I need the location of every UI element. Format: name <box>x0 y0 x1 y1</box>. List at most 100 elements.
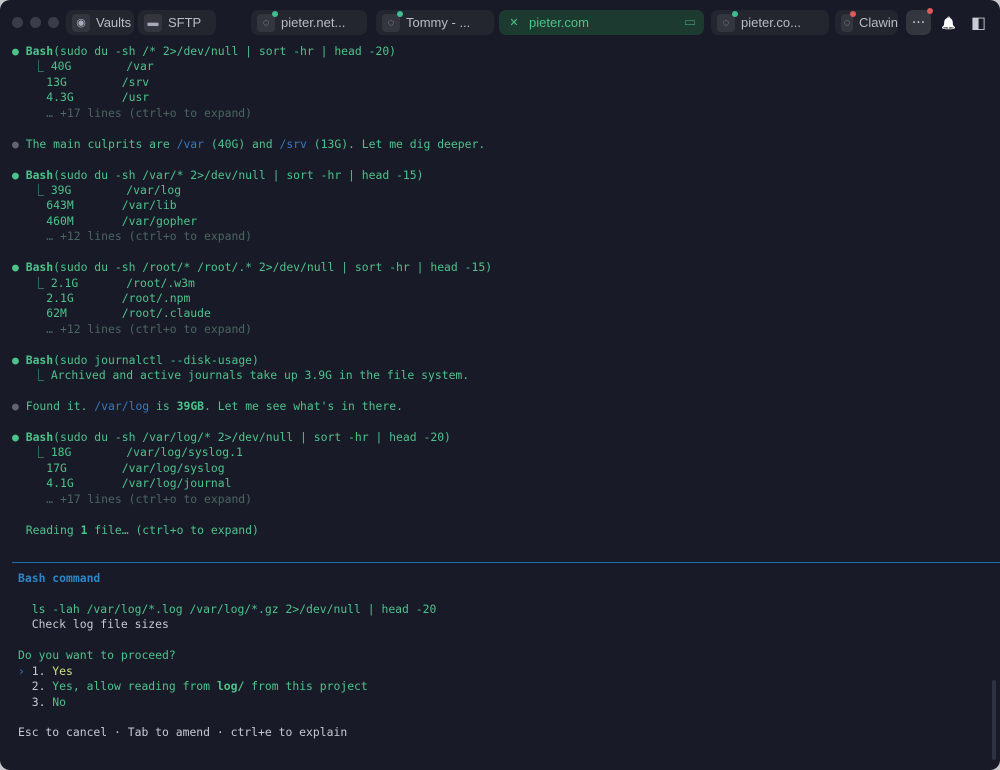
terminal-line: ⎿ 18G /var/log/syslog.1 <box>12 445 492 460</box>
ubuntu-icon: ◌ <box>841 10 856 32</box>
terminal-text: log/ <box>216 679 245 694</box>
terminal-line: 62M /root/.claude <box>12 306 492 321</box>
bullet-icon: ● <box>12 44 26 58</box>
terminal-line: ⎿ Archived and active journals take up 3… <box>12 368 492 383</box>
terminal-text: 2.1G /root/.npm <box>12 291 191 305</box>
tab-pieter-co[interactable]: ◌ pieter.co... <box>711 10 829 35</box>
terminal-text: ⎿ 2.1G /root/.w3m <box>12 275 195 290</box>
bullet-icon: ● <box>12 260 26 275</box>
terminal-text: 643M /var/lib <box>12 198 177 213</box>
terminal-text: ⎿ 39G /var/log <box>12 182 182 197</box>
tab-label: Vaults <box>96 15 132 30</box>
tab-label: Clawin <box>858 15 898 30</box>
path-text: /var/log <box>94 399 150 414</box>
tab-pieter-net[interactable]: ◌ pieter.net... <box>251 10 367 35</box>
terminal-window: ◉ Vaults ▬ SFTP ◌ pieter.net... ◌ Tommy - ... ✕ p… <box>0 0 1000 770</box>
terminal-text: Reading <box>12 522 81 537</box>
terminal-text: Esc to cancel · Tab to amend · ctrl+e to… <box>18 725 348 740</box>
terminal-line: ⎿ 40G /var <box>12 59 492 74</box>
path-text: /var <box>176 136 205 151</box>
minimize-window-button[interactable] <box>30 16 41 28</box>
screen-share-icon[interactable]: ▭ <box>684 15 696 30</box>
ubuntu-icon: ◌ <box>717 10 738 32</box>
terminal-line: ● Bash(sudo du -sh /var/log/* 2>/dev/nul… <box>12 430 492 445</box>
scrollbar[interactable] <box>992 680 996 760</box>
terminal-text: 2. <box>18 679 53 694</box>
terminal-line: 460M /var/gopher <box>12 214 492 229</box>
terminal-text: Do you want to proceed? <box>18 648 176 663</box>
terminal-text: Bash <box>25 352 54 367</box>
close-window-button[interactable] <box>12 16 23 28</box>
terminal-line: … +17 lines (ctrl+o to expand) <box>12 492 492 507</box>
terminal-text: 1. <box>31 663 53 678</box>
terminal-text: Yes <box>52 663 73 678</box>
terminal-text: (sudo du -sh /var/* 2>/dev/null | sort -… <box>53 167 424 182</box>
permission-prompt: Bash command ls -lah /var/log/*.log /var… <box>18 571 436 741</box>
collapsed-hint: … +12 lines (ctrl+o to expand) <box>12 321 253 336</box>
collapsed-hint: … +17 lines (ctrl+o to expand) <box>12 105 253 120</box>
terminal-line: 643M /var/lib <box>12 198 492 213</box>
tab-label: Tommy - ... <box>406 15 471 30</box>
bullet-icon: ● <box>12 399 26 414</box>
bell-icon[interactable]: 🔔 <box>936 10 961 35</box>
prompt-option[interactable]: 3. No <box>18 695 436 710</box>
terminal-line: ⎿ 2.1G /root/.w3m <box>12 276 492 291</box>
terminal-text: Bash <box>25 44 54 58</box>
terminal-line: ● The main culprits are /var (40G) and /… <box>12 137 492 152</box>
terminal-text: (sudo du -sh /* 2>/dev/null | sort -hr |… <box>53 44 397 58</box>
terminal-text: 39GB <box>176 399 205 414</box>
prompt-option[interactable]: › 1. Yes <box>18 664 436 679</box>
terminal-line: … +12 lines (ctrl+o to expand) <box>12 229 492 244</box>
tab-vaults[interactable]: ◉ Vaults <box>66 10 134 35</box>
terminal-line: … +17 lines (ctrl+o to expand) <box>12 106 492 121</box>
terminal-text: (sudo journalctl --disk-usage) <box>53 352 259 367</box>
notification-dot <box>927 8 933 14</box>
more-tabs-button[interactable]: ··· <box>906 8 933 35</box>
terminal-text: No <box>52 694 67 709</box>
terminal-line: Reading 1 file… (ctrl+o to expand) <box>12 523 492 538</box>
sidebar-toggle-icon[interactable]: ◧ <box>966 10 991 35</box>
terminal-text: ⎿ Archived and active journals take up 3… <box>12 368 470 383</box>
prompt-divider <box>12 562 1000 563</box>
tab-pieter-com[interactable]: ✕ pieter.com ▭ <box>499 10 704 35</box>
terminal-line: … +12 lines (ctrl+o to expand) <box>12 322 492 337</box>
close-icon[interactable]: ✕ <box>505 14 523 32</box>
terminal-text: ⎿ 18G /var/log/syslog.1 <box>12 445 243 460</box>
terminal-text: from this project <box>244 679 368 694</box>
terminal-line: Check log file sizes <box>18 617 436 632</box>
terminal-line: ● Bash(sudo du -sh /var/* 2>/dev/null | … <box>12 168 492 183</box>
terminal-text: ⎿ 40G /var <box>12 59 154 74</box>
terminal-text: (sudo du -sh /root/* /root/.* 2>/dev/nul… <box>53 260 493 275</box>
status-dot <box>732 10 738 17</box>
terminal-transcript: ● Bash(sudo du -sh /* 2>/dev/null | sort… <box>12 44 492 538</box>
bullet-icon: ● <box>12 167 26 182</box>
terminal-line: 13G /srv <box>12 75 492 90</box>
terminal-line: ● Bash(sudo du -sh /* 2>/dev/null | sort… <box>12 44 492 59</box>
terminal-line: 4.3G /usr <box>12 90 492 105</box>
terminal-text: 4.1G /var/log/journal <box>12 476 232 491</box>
tab-label: pieter.co... <box>741 15 801 30</box>
terminal-text: Yes, allow reading from <box>52 679 217 694</box>
terminal-text: Check log file sizes <box>18 617 169 632</box>
tab-sftp[interactable]: ▬ SFTP <box>138 10 216 35</box>
path-text: /srv <box>279 136 307 151</box>
terminal-text: (13G). Let me dig deeper. <box>306 136 486 151</box>
terminal-text: 17G /var/log/syslog <box>12 460 225 475</box>
collapsed-hint: … +12 lines (ctrl+o to expand) <box>12 229 253 244</box>
maximize-window-button[interactable] <box>48 16 59 28</box>
terminal-text: is <box>149 399 177 414</box>
prompt-option[interactable]: 2. Yes, allow reading from log/ from thi… <box>18 679 436 694</box>
terminal-line: ⎿ 39G /var/log <box>12 183 492 198</box>
terminal-text: 13G /srv <box>12 74 150 89</box>
tab-tommy[interactable]: ◌ Tommy - ... <box>376 10 494 35</box>
tab-clawin[interactable]: ◌ Clawin <box>835 10 898 35</box>
terminal-text: Bash <box>25 260 54 275</box>
terminal-text: 62M /root/.claude <box>12 306 211 321</box>
